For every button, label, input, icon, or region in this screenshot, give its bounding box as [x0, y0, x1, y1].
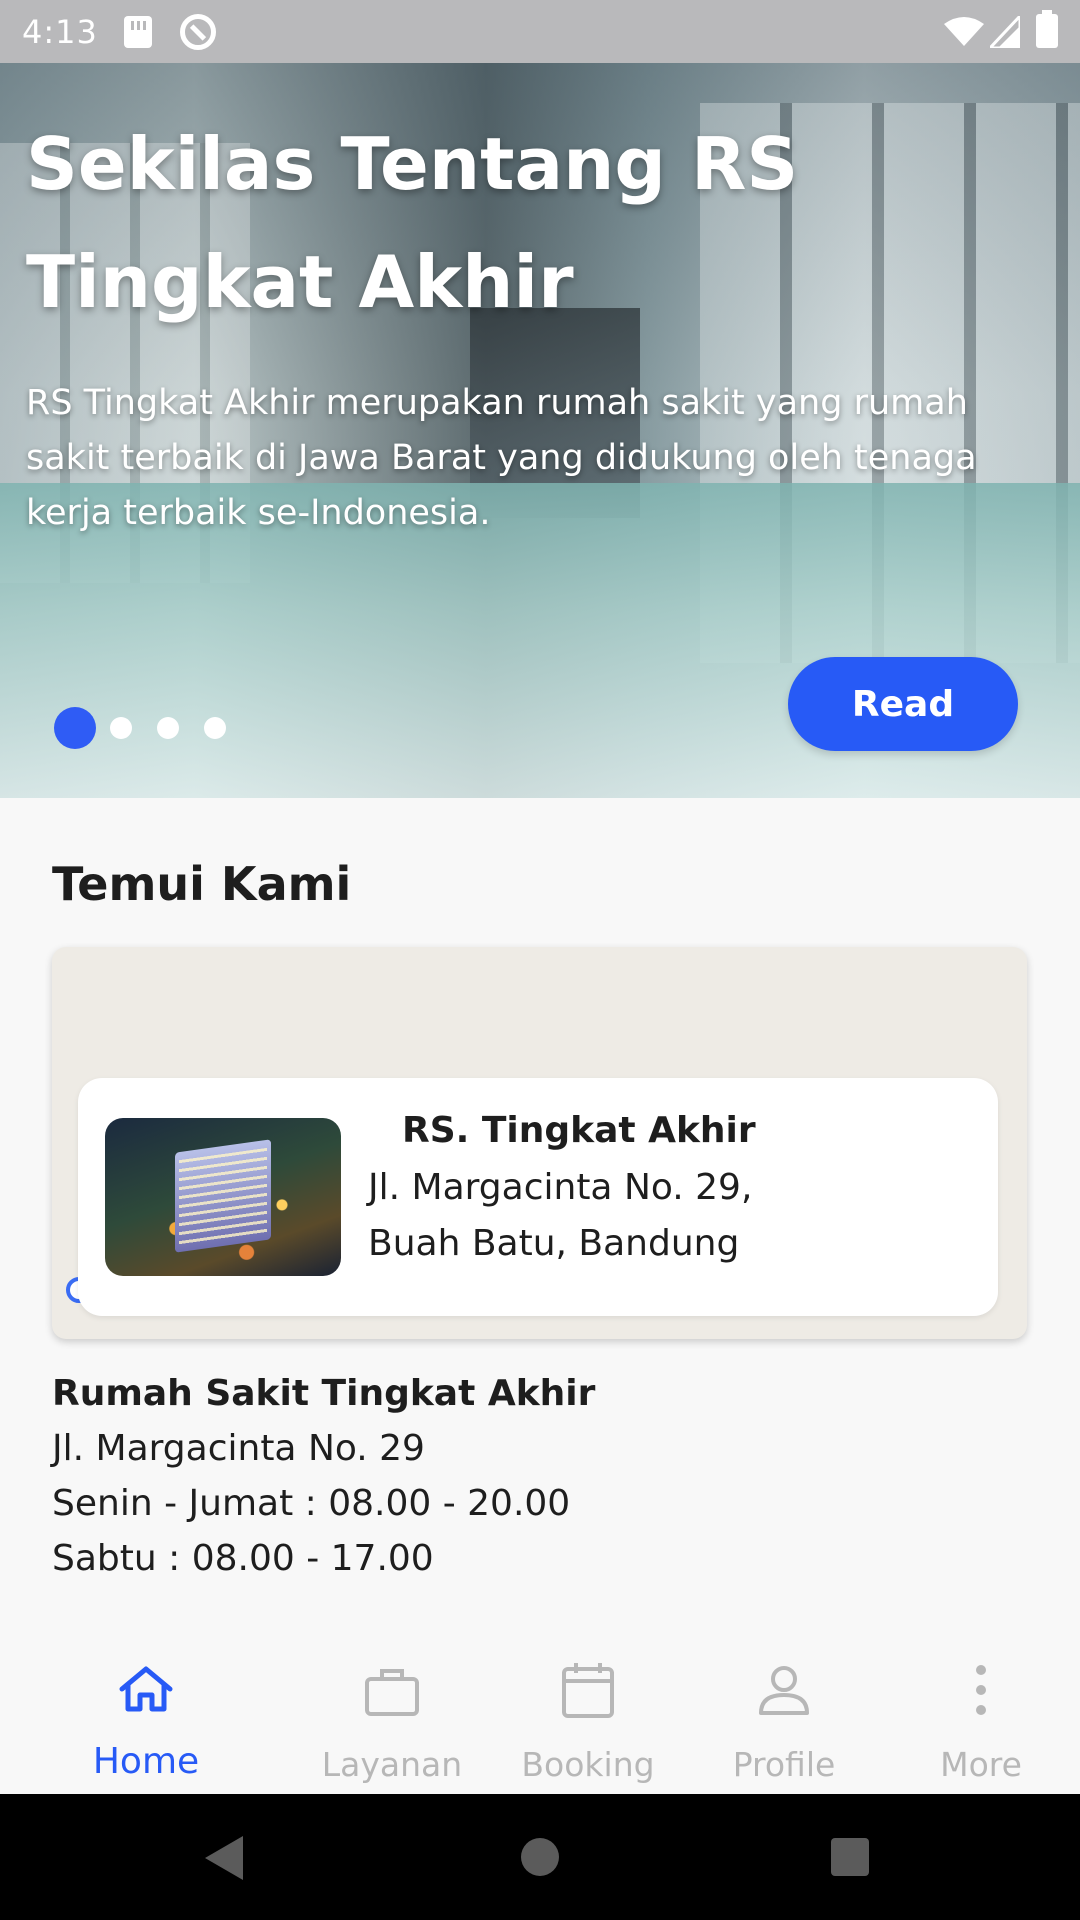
nav-profile[interactable]: Profile — [686, 1645, 882, 1794]
details-hours-weekday: Senin - Jumat : 08.00 - 20.00 — [52, 1483, 571, 1524]
details-title: Rumah Sakit Tingkat Akhir — [52, 1373, 596, 1414]
nav-booking[interactable]: Booking — [490, 1645, 686, 1794]
nav-home-label: Home — [92, 1741, 200, 1782]
info-address: Jl. Margacinta No. 29, Buah Batu, Bandun… — [368, 1160, 968, 1272]
info-hospital-name: RS. Tingkat Akhir — [402, 1110, 756, 1151]
details-hours-saturday: Sabtu : 08.00 - 17.00 — [52, 1538, 434, 1579]
back-icon[interactable] — [205, 1836, 243, 1880]
info-address-line1: Jl. Margacinta No. 29, — [368, 1167, 753, 1208]
status-bar: 4:13 — [0, 0, 1080, 63]
home-button-icon[interactable] — [521, 1838, 559, 1876]
nav-more-label: More — [940, 1745, 1022, 1784]
battery-icon — [1036, 10, 1058, 48]
info-address-line2: Buah Batu, Bandung — [368, 1223, 740, 1264]
read-button[interactable]: Read — [788, 657, 1018, 751]
details-address: Jl. Margacinta No. 29 — [52, 1428, 425, 1469]
home-icon — [119, 1666, 173, 1712]
bottom-navigation: Home Layanan Booking Profile More — [0, 1645, 1080, 1794]
hospital-thumbnail — [105, 1118, 341, 1276]
calendar-icon — [562, 1663, 614, 1718]
wifi-icon — [944, 17, 984, 46]
sd-card-icon — [124, 16, 152, 48]
hero-description: RS Tingkat Akhir merupakan rumah sakit y… — [26, 383, 977, 533]
more-vertical-icon — [976, 1665, 986, 1715]
section-title: Temui Kami — [52, 857, 352, 911]
carousel-dot-active[interactable] — [54, 707, 96, 749]
person-icon — [759, 1666, 809, 1715]
hero-carousel[interactable]: Sekilas Tentang RS Tingkat Akhir RS Ting… — [0, 63, 1080, 798]
carousel-dot[interactable] — [110, 717, 132, 739]
carousel-dot[interactable] — [204, 717, 226, 739]
cell-signal-icon — [990, 16, 1020, 48]
status-time: 4:13 — [22, 13, 98, 51]
nav-more[interactable]: More — [883, 1645, 1079, 1794]
recents-icon[interactable] — [831, 1838, 869, 1876]
hero-title: Sekilas Tentang RS Tingkat Akhir — [26, 122, 799, 324]
hospital-details: Rumah Sakit Tingkat Akhir Jl. Margacinta… — [52, 1366, 595, 1586]
nav-layanan[interactable]: Layanan — [294, 1645, 490, 1794]
map-info-window[interactable]: RS. Tingkat Akhir Jl. Margacinta No. 29,… — [78, 1078, 998, 1316]
system-navigation-bar — [0, 1794, 1080, 1920]
sync-icon — [180, 14, 216, 50]
nav-profile-label: Profile — [732, 1745, 836, 1784]
nav-layanan-label: Layanan — [321, 1745, 463, 1784]
carousel-dot[interactable] — [157, 717, 179, 739]
nav-home[interactable]: Home — [48, 1645, 244, 1794]
carousel-indicator — [54, 707, 251, 749]
nav-booking-label: Booking — [521, 1745, 655, 1784]
briefcase-icon — [365, 1669, 419, 1716]
